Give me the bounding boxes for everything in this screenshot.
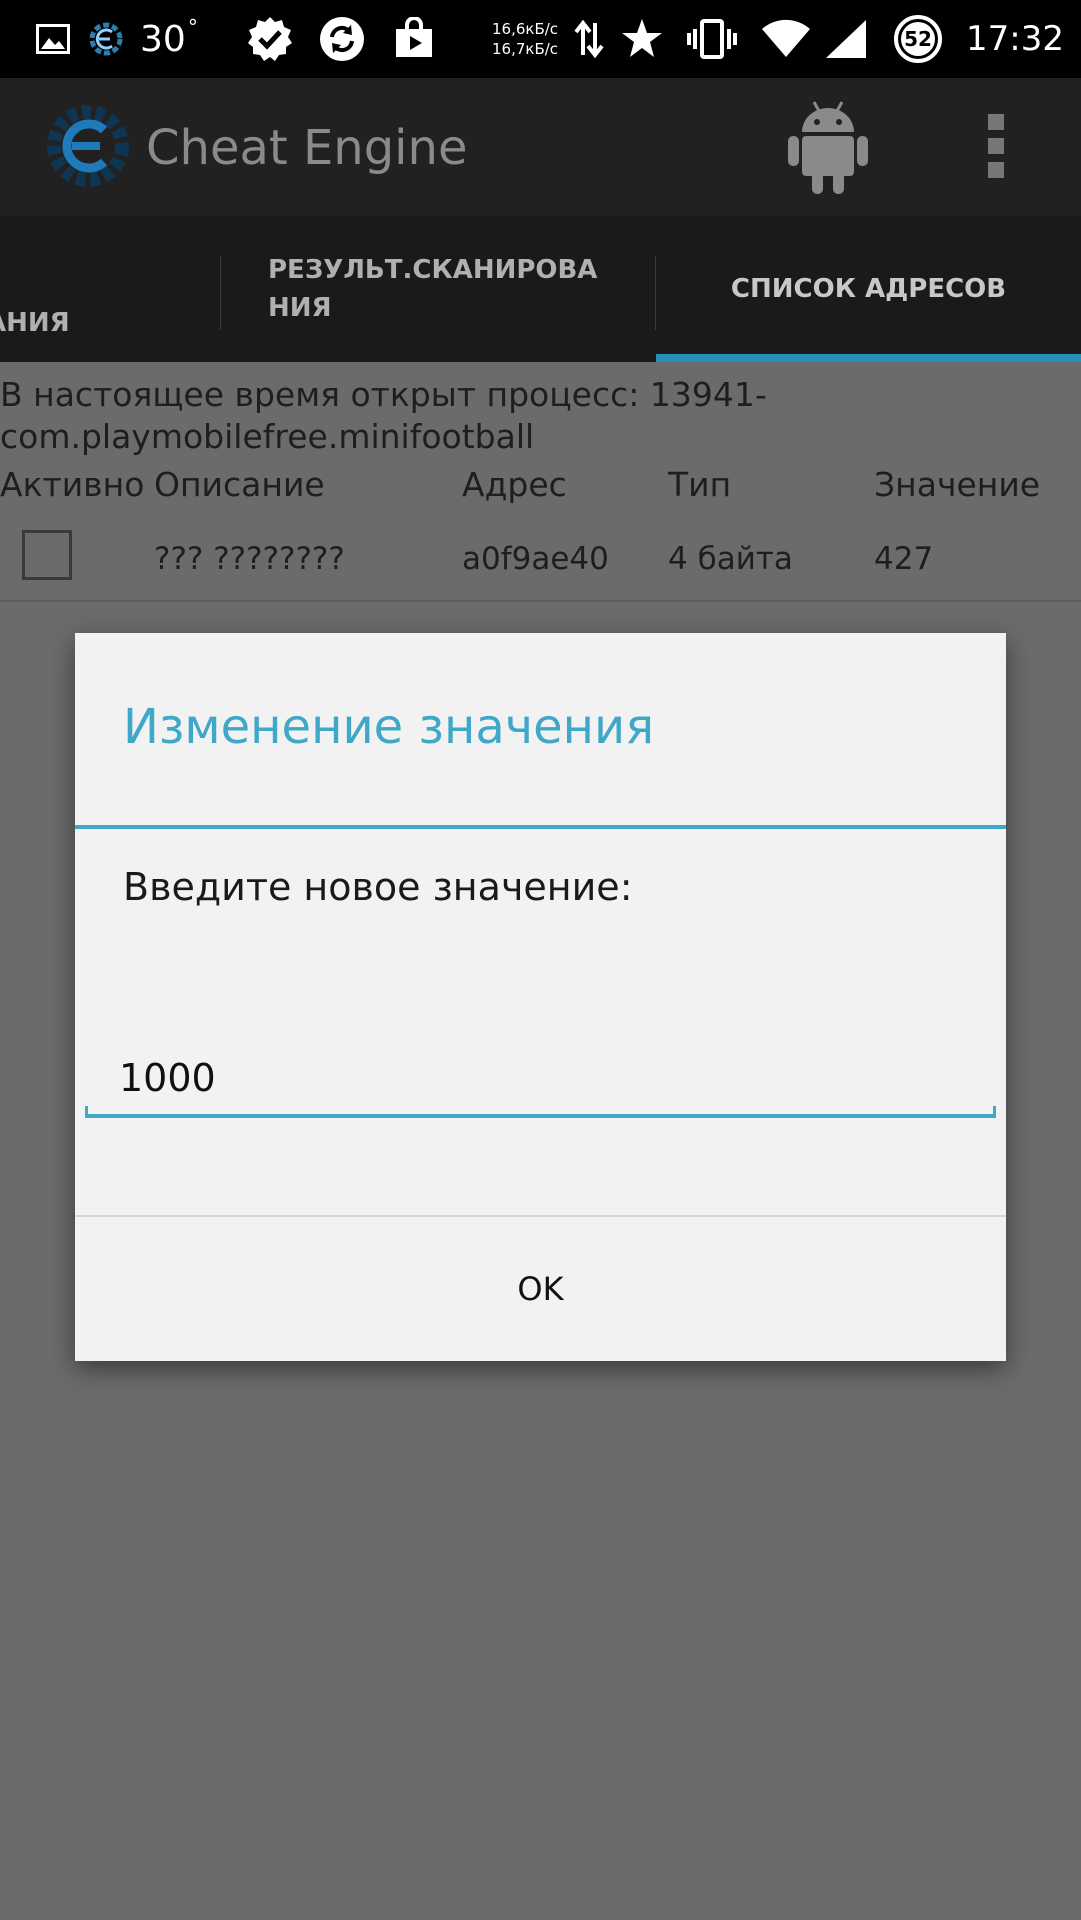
clock: 17:32: [966, 19, 1064, 59]
row-type[interactable]: 4 байта: [668, 536, 793, 582]
gallery-icon: [36, 0, 70, 78]
row-description[interactable]: ??? ????????: [154, 536, 345, 582]
temperature: 30 °: [140, 15, 198, 60]
dialog-title-divider: [75, 825, 1006, 829]
overflow-menu-icon[interactable]: [980, 114, 1012, 180]
star-icon: [620, 0, 664, 78]
column-header-type: Тип: [668, 465, 732, 504]
download-speed: 16,6кБ/с: [492, 20, 559, 38]
tab-scan-results[interactable]: РЕЗУЛЬТ.СКАНИРОВАНИЯ: [268, 216, 618, 362]
sync-icon: [318, 0, 366, 78]
store-bag-icon: [392, 0, 436, 78]
app-title: Cheat Engine: [146, 120, 468, 176]
new-value-input[interactable]: [111, 1043, 969, 1113]
column-header-description: Описание: [154, 465, 325, 504]
row-divider: [0, 600, 1081, 602]
android-icon[interactable]: [786, 98, 870, 196]
column-header-value: Значение: [874, 465, 1041, 504]
tab-bar: АНИЯ РЕЗУЛЬТ.СКАНИРОВАНИЯ СПИСОК АДРЕСОВ: [0, 216, 1081, 362]
vibrate-icon: [686, 0, 738, 78]
network-speed: 16,6кБ/с 16,7кБ/с: [492, 0, 558, 78]
column-header-active: Активно: [0, 465, 145, 504]
battery-icon: 52: [892, 0, 944, 78]
tab-divider: [220, 256, 221, 330]
tab-address-list[interactable]: СПИСОК АДРЕСОВ: [656, 216, 1081, 362]
dialog-message: Введите новое значение:: [123, 865, 633, 909]
tab-scan[interactable]: АНИЯ: [0, 216, 216, 362]
active-checkbox[interactable]: [22, 530, 72, 580]
wifi-icon: [760, 0, 812, 78]
row-value[interactable]: 427: [874, 536, 933, 582]
status-bar: 30 ° 16,6кБ/с 16,7кБ/с 52 17:32: [0, 0, 1081, 78]
battery-percent: 52: [904, 27, 932, 51]
selected-tab-indicator: [656, 354, 1081, 362]
column-header-address: Адрес: [462, 465, 567, 504]
app-bar: Cheat Engine: [0, 78, 1081, 216]
upload-speed: 16,7кБ/с: [492, 40, 559, 58]
data-arrows-icon: [574, 0, 604, 78]
input-underline: [85, 1106, 996, 1118]
signal-icon: [824, 0, 868, 78]
process-info: В настоящее время открыт процесс: 13941-…: [0, 375, 767, 456]
cheat-engine-notification-icon: [86, 0, 126, 78]
ok-button[interactable]: OK: [75, 1217, 1006, 1361]
row-address[interactable]: a0f9ae40: [462, 536, 609, 582]
check-badge-icon: [246, 0, 294, 78]
screen: 30 ° 16,6кБ/с 16,7кБ/с 52 17:32 Cheat En…: [0, 0, 1081, 1920]
dialog-title: Изменение значения: [123, 699, 655, 755]
change-value-dialog: Изменение значения Введите новое значени…: [75, 633, 1006, 1361]
cheat-engine-logo-icon[interactable]: [44, 102, 132, 190]
